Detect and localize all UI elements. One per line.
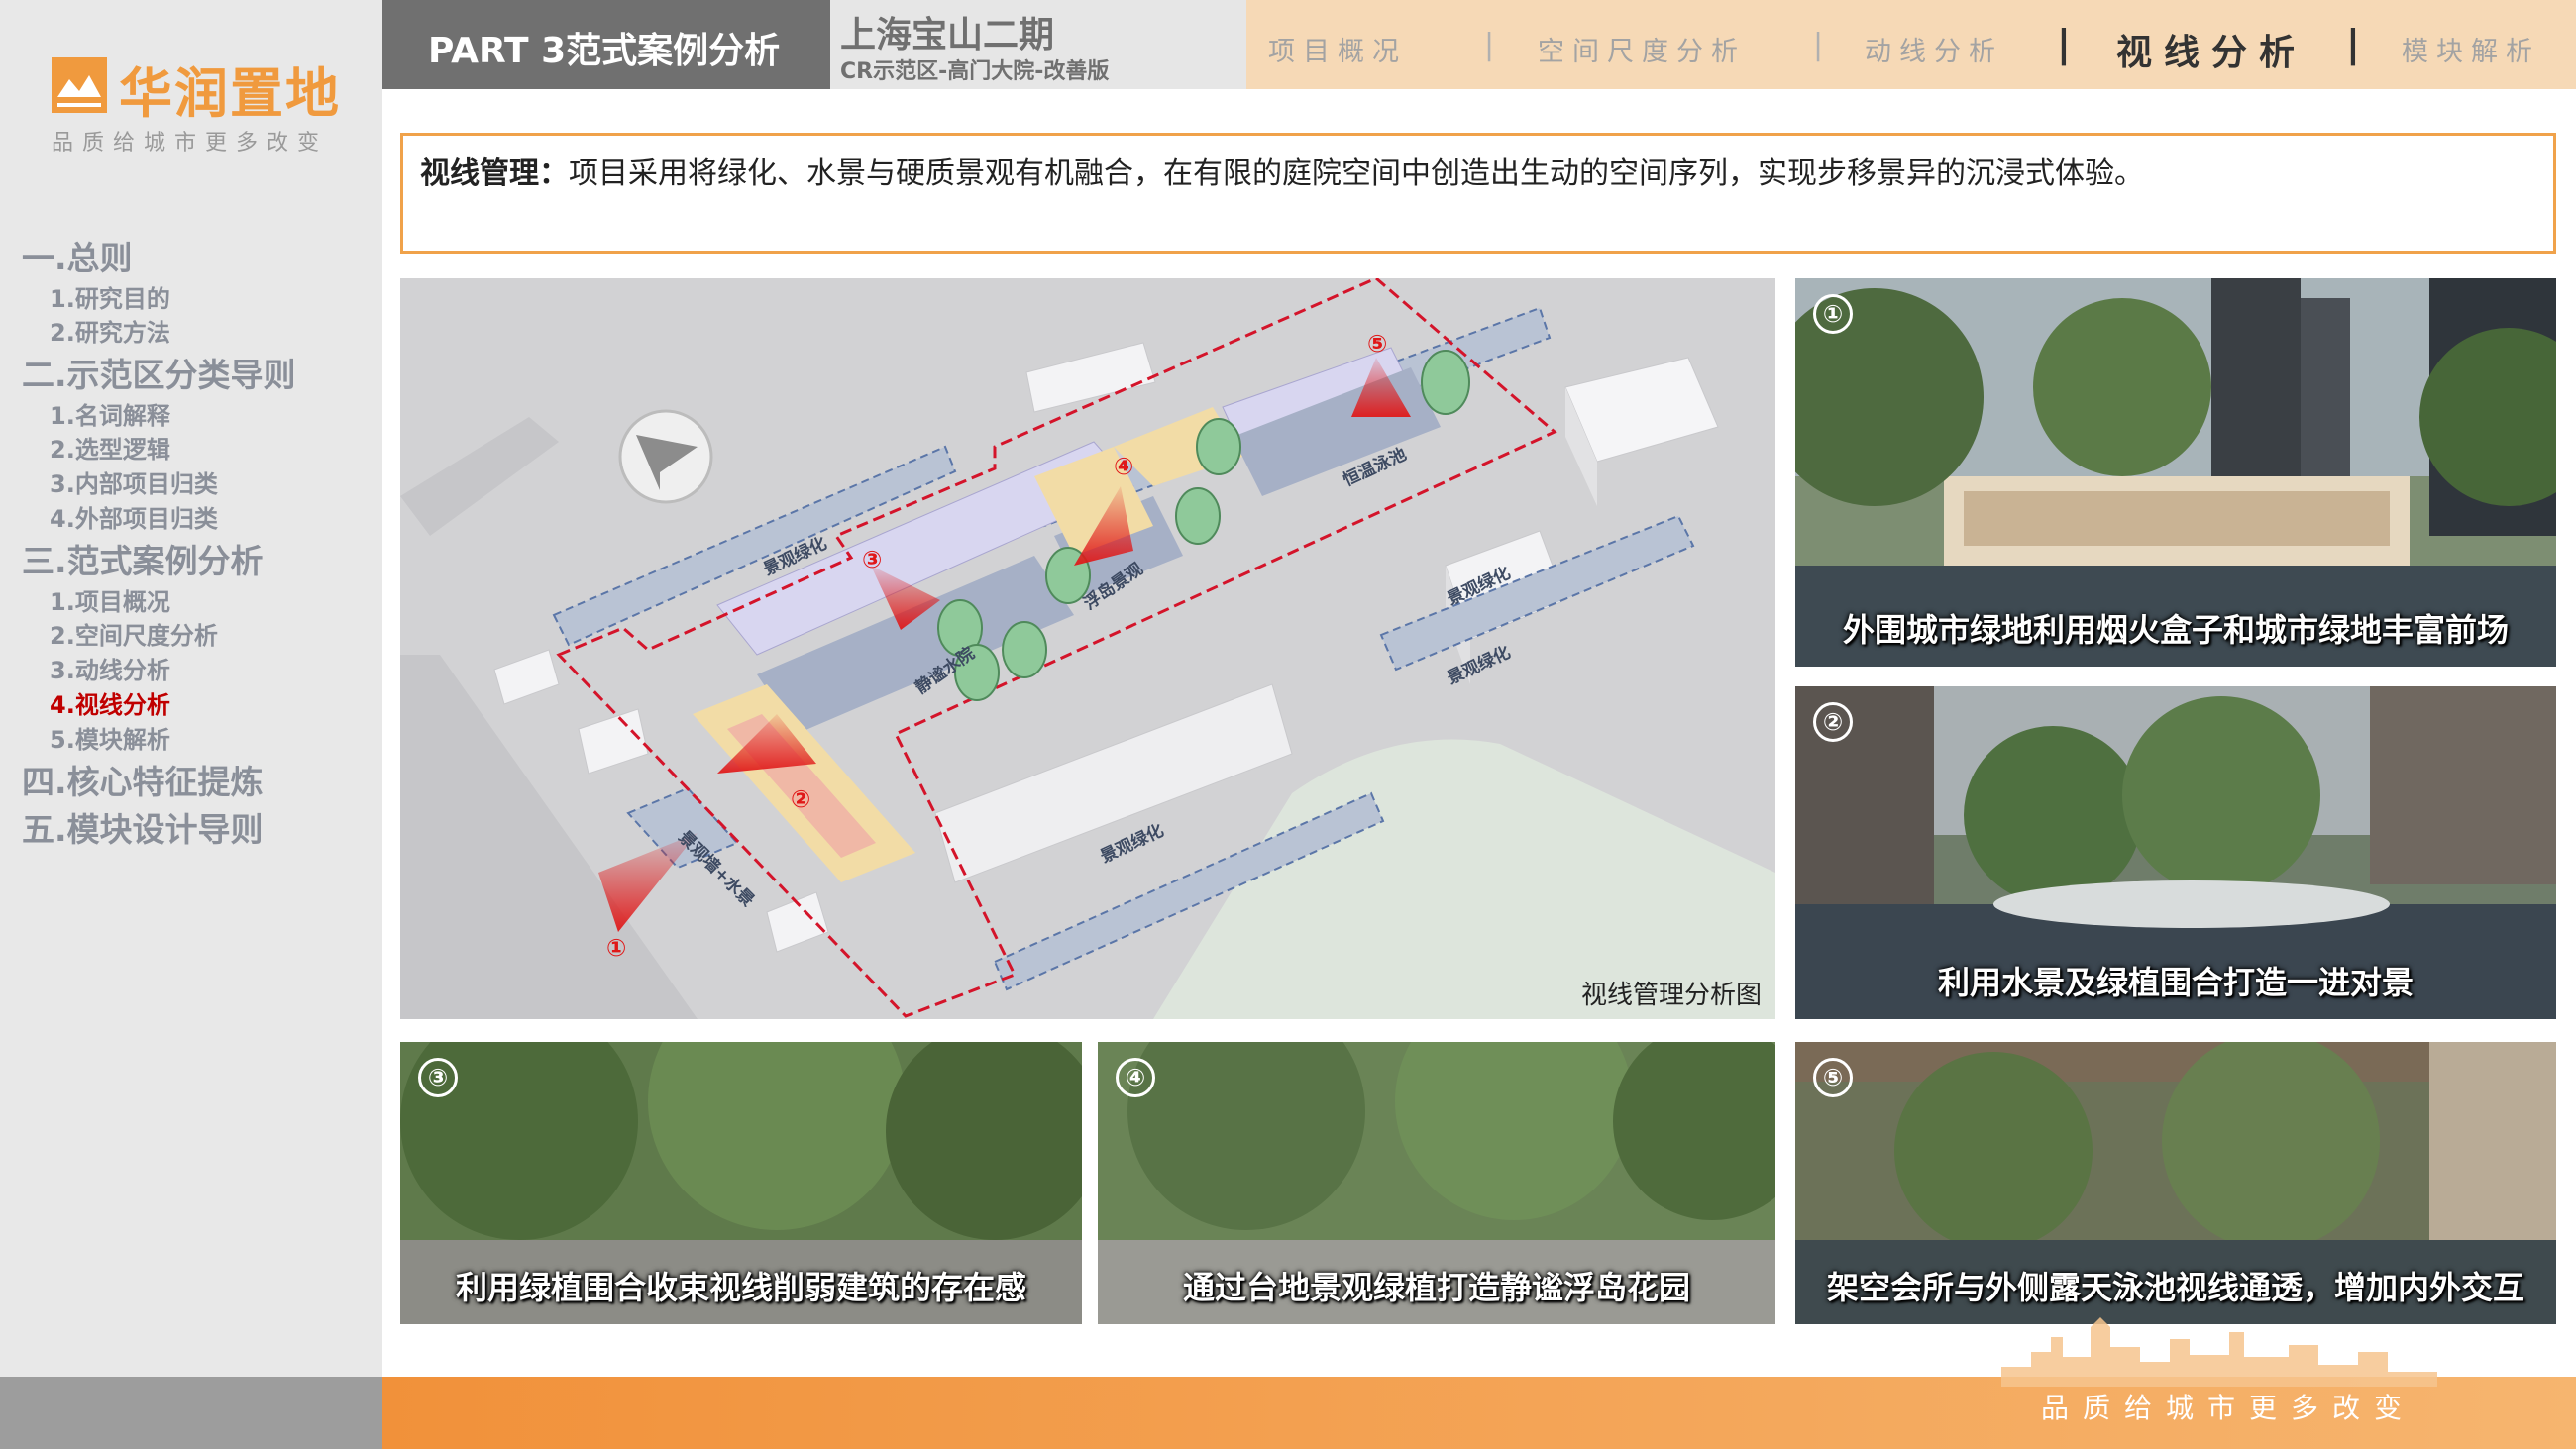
nav-item-circulation[interactable]: 3.动线分析 (50, 651, 170, 685)
project-subtitle: CR示范区-高门大院-改善版 (840, 59, 1110, 84)
tree-icon (1002, 621, 1047, 678)
nav-section-module-guide[interactable]: 五.模块设计导则 (22, 803, 264, 851)
viewpoint-5: ⑤ (1367, 330, 1387, 358)
tree-icon (1175, 487, 1221, 545)
building (1025, 342, 1156, 413)
building (578, 708, 649, 775)
photo-3: ③ 利用绿植围合收束视线削弱建筑的存在感 (400, 1042, 1082, 1324)
tree-icon (1196, 418, 1241, 475)
road (400, 417, 559, 536)
nav-item-module[interactable]: 5.模块解析 (50, 720, 170, 755)
site-plan-svg: ① ② ③ ④ ⑤ 景观绿化 景观绿化 景观绿化 景观绿化 景观墙+水景 静谧水… (400, 278, 1775, 1019)
nav-item-overview[interactable]: 1.项目概况 (50, 582, 170, 617)
project-title: 上海宝山二期 (840, 15, 1055, 55)
diagram-caption: 视线管理分析图 (1580, 981, 1762, 1010)
nav-section-general[interactable]: 一.总则 (22, 232, 133, 279)
tree-icon (1421, 350, 1470, 415)
building (766, 891, 829, 953)
nav-section-case-analysis[interactable]: 三.范式案例分析 (22, 535, 264, 582)
photo-caption: 外围城市绿地利用烟火盒子和城市绿地丰富前场 (1842, 611, 2509, 649)
skyline-icon (2001, 1317, 2437, 1387)
part-title: PART 3范式案例分析 (428, 31, 781, 71)
photo-caption: 架空会所与外侧露天泳池视线通透，增加内外交互 (1826, 1269, 2524, 1306)
brand-name: 华润置地 (119, 62, 341, 125)
photo-caption: 利用绿植围合收束视线削弱建筑的存在感 (455, 1269, 1026, 1306)
tab-circulation[interactable]: 动线分析 (1865, 30, 2003, 68)
nav-item-spatial-scale[interactable]: 2.空间尺度分析 (50, 616, 218, 651)
nav-section-classification[interactable]: 二.示范区分类导则 (22, 349, 296, 396)
tab-module[interactable]: 模块解析 (2402, 30, 2540, 68)
building (493, 649, 560, 705)
viewpoint-1: ① (606, 934, 626, 962)
viewpoint-3: ③ (862, 546, 882, 573)
footer-left (0, 1377, 382, 1449)
photo-badge: ⑤ (1813, 1058, 1853, 1097)
tab-separator: | (2346, 22, 2360, 65)
photo-badge: ① (1813, 294, 1853, 334)
photo-5: ⑤ 架空会所与外侧露天泳池视线通透，增加内外交互 (1795, 1042, 2556, 1324)
nav-item-selection-logic[interactable]: 2.选型逻辑 (50, 430, 170, 465)
tab-separator: | (2057, 22, 2071, 65)
label-landscape-green: 景观绿化 (1444, 642, 1514, 689)
nav-item-research-purpose[interactable]: 1.研究目的 (50, 279, 170, 314)
nav-item-sightline-active[interactable]: 4.视线分析 (50, 685, 170, 720)
viewpoint-2: ② (791, 785, 810, 813)
brand-logo-icon (52, 57, 107, 113)
footer-slogan: 品质给城市更多改变 (2041, 1392, 2416, 1424)
tab-separator: | (1484, 28, 1495, 62)
photo-badge: ② (1813, 702, 1853, 742)
nav-item-research-method[interactable]: 2.研究方法 (50, 313, 170, 348)
photo-1: ① 外围城市绿地利用烟火盒子和城市绿地丰富前场 (1795, 278, 2556, 667)
tab-separator: | (1813, 28, 1824, 62)
nav-item-internal-projects[interactable]: 3.内部项目归类 (50, 465, 218, 499)
photo-caption: 利用水景及绿植围合打造一进对景 (1937, 964, 2414, 1001)
nav-item-external-projects[interactable]: 4.外部项目归类 (50, 499, 218, 534)
photo-badge: ④ (1116, 1058, 1155, 1097)
section-tabs: 项目概况 | 空间尺度分析 | 动线分析 | 视线分析 | 模块解析 (1246, 0, 2576, 89)
viewpoint-4: ④ (1114, 453, 1133, 480)
tab-sightline[interactable]: 视线分析 (2116, 24, 2307, 75)
photo-4: ④ 通过台地景观绿植打造静谧浮岛花园 (1098, 1042, 1775, 1324)
photo-caption: 通过台地景观绿植打造静谧浮岛花园 (1182, 1269, 1690, 1306)
brand-slogan: 品质给城市更多改变 (52, 131, 329, 155)
tab-overview[interactable]: 项目概况 (1268, 30, 1407, 68)
photo-badge: ③ (418, 1058, 458, 1097)
intro-body: 项目采用将绿化、水景与硬质景观有机融合，在有限的庭院空间中创造出生动的空间序列，… (569, 156, 2144, 191)
nav-section-core-features[interactable]: 四.核心特征提炼 (22, 756, 264, 803)
sightline-diagram: ① ② ③ ④ ⑤ 景观绿化 景观绿化 景观绿化 景观绿化 景观墙+水景 静谧水… (400, 278, 1775, 1019)
tab-spatial-scale[interactable]: 空间尺度分析 (1538, 30, 1746, 68)
nav-item-glossary[interactable]: 1.名词解释 (50, 396, 170, 431)
intro-text: 视线管理：项目采用将绿化、水景与硬质景观有机融合，在有限的庭院空间中创造出生动的… (420, 149, 2144, 192)
intro-label: 视线管理： (420, 156, 569, 191)
label-landscape-green: 景观绿化 (1097, 820, 1167, 868)
part-header: PART 3范式案例分析 (382, 0, 830, 89)
photo-2: ② 利用水景及绿植围合打造一进对景 (1795, 686, 2556, 1019)
